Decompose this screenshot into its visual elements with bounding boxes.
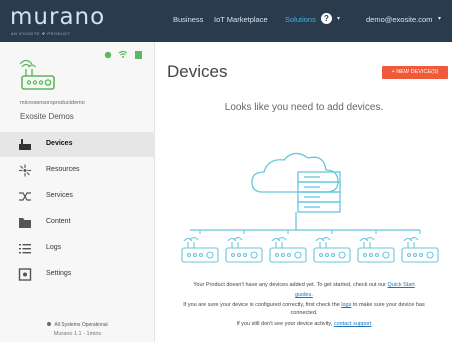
top-navbar: murano an exosite ❖ product Business IoT… <box>0 0 452 42</box>
new-devices-button[interactable]: + NEW DEVICE(S) <box>382 66 448 79</box>
user-email-menu[interactable]: demo@exosite.com <box>366 15 432 24</box>
resources-icon <box>19 164 31 177</box>
system-status[interactable]: All Systems Operational <box>0 322 155 328</box>
guides-link[interactable]: guides. <box>295 292 313 298</box>
contact-support-link[interactable]: contact support <box>334 321 372 327</box>
nav-iot-marketplace[interactable]: IoT Marketplace <box>214 15 268 24</box>
cloud-devices-illustration <box>181 152 439 263</box>
cloud-icon <box>251 152 339 193</box>
product-device-icon <box>20 59 55 90</box>
logs-link[interactable]: logs <box>341 302 351 308</box>
info-line-5: If you still don't see your device activ… <box>236 321 372 327</box>
sidebar-item-label: Devices <box>46 140 73 147</box>
sidebar-item-devices[interactable]: Devices <box>0 132 155 157</box>
iot-device-icon <box>313 230 351 263</box>
help-icon[interactable]: ? <box>321 13 332 24</box>
info-line-1: Your Product doesn't have any devices ad… <box>193 282 415 288</box>
logs-icon <box>19 244 31 254</box>
sidebar-item-settings[interactable]: Settings <box>0 262 155 287</box>
product-id: microsensorsproductdemo <box>20 100 85 106</box>
sidebar-item-label: Content <box>46 218 71 225</box>
brand-tagline: an exosite ❖ product <box>11 31 71 36</box>
quick-start-link[interactable]: Quick Start <box>388 282 415 288</box>
iot-device-icon <box>269 230 307 263</box>
sidebar-item-logs[interactable]: Logs <box>0 236 155 261</box>
sidebar-item-content[interactable]: Content <box>0 210 155 235</box>
sidebar-item-label: Services <box>46 192 73 199</box>
iot-device-icon <box>357 230 395 263</box>
status-text: All Systems Operational <box>54 322 108 328</box>
sidebar-item-label: Logs <box>46 244 62 251</box>
brand-name: murano <box>10 4 106 30</box>
sidebar: microsensorsproductdemo Exosite Demos De… <box>0 42 155 342</box>
nav-business[interactable]: Business <box>173 15 203 24</box>
iot-device-icon <box>225 230 263 263</box>
info-line-3: If you are sure your device is configure… <box>183 302 425 308</box>
help-dropdown-chevron-icon[interactable]: ▾ <box>337 15 340 22</box>
empty-state-heading: Looks like you need to add devices. <box>224 102 384 113</box>
sidebar-item-services[interactable]: Services <box>0 184 155 209</box>
page-title: Devices <box>167 62 228 81</box>
sidebar-item-label: Resources <box>46 166 80 173</box>
info-line-2: guides. <box>156 292 452 298</box>
version-info: Murano 1.1 - 1mins <box>53 331 102 337</box>
brand-logo[interactable]: murano an exosite ❖ product <box>10 4 145 40</box>
folder-icon <box>19 218 31 228</box>
status-dot-icon <box>47 322 52 326</box>
sidebar-item-resources[interactable]: Resources <box>0 158 155 183</box>
services-icon <box>19 192 31 201</box>
nav-solutions[interactable]: Solutions <box>285 15 316 24</box>
main-content: Devices + NEW DEVICE(S) Looks like you n… <box>156 42 452 342</box>
sidebar-item-label: Settings <box>46 270 72 277</box>
iot-device-icon <box>401 230 439 263</box>
user-dropdown-chevron-icon[interactable]: ▾ <box>438 15 441 22</box>
product-quick-actions-icons[interactable] <box>104 50 144 60</box>
settings-icon <box>18 268 32 281</box>
device-icon <box>19 139 31 150</box>
iot-device-icon <box>181 230 219 263</box>
info-line-4: connected. <box>290 310 318 316</box>
product-name: Exosite Demos <box>20 112 74 121</box>
